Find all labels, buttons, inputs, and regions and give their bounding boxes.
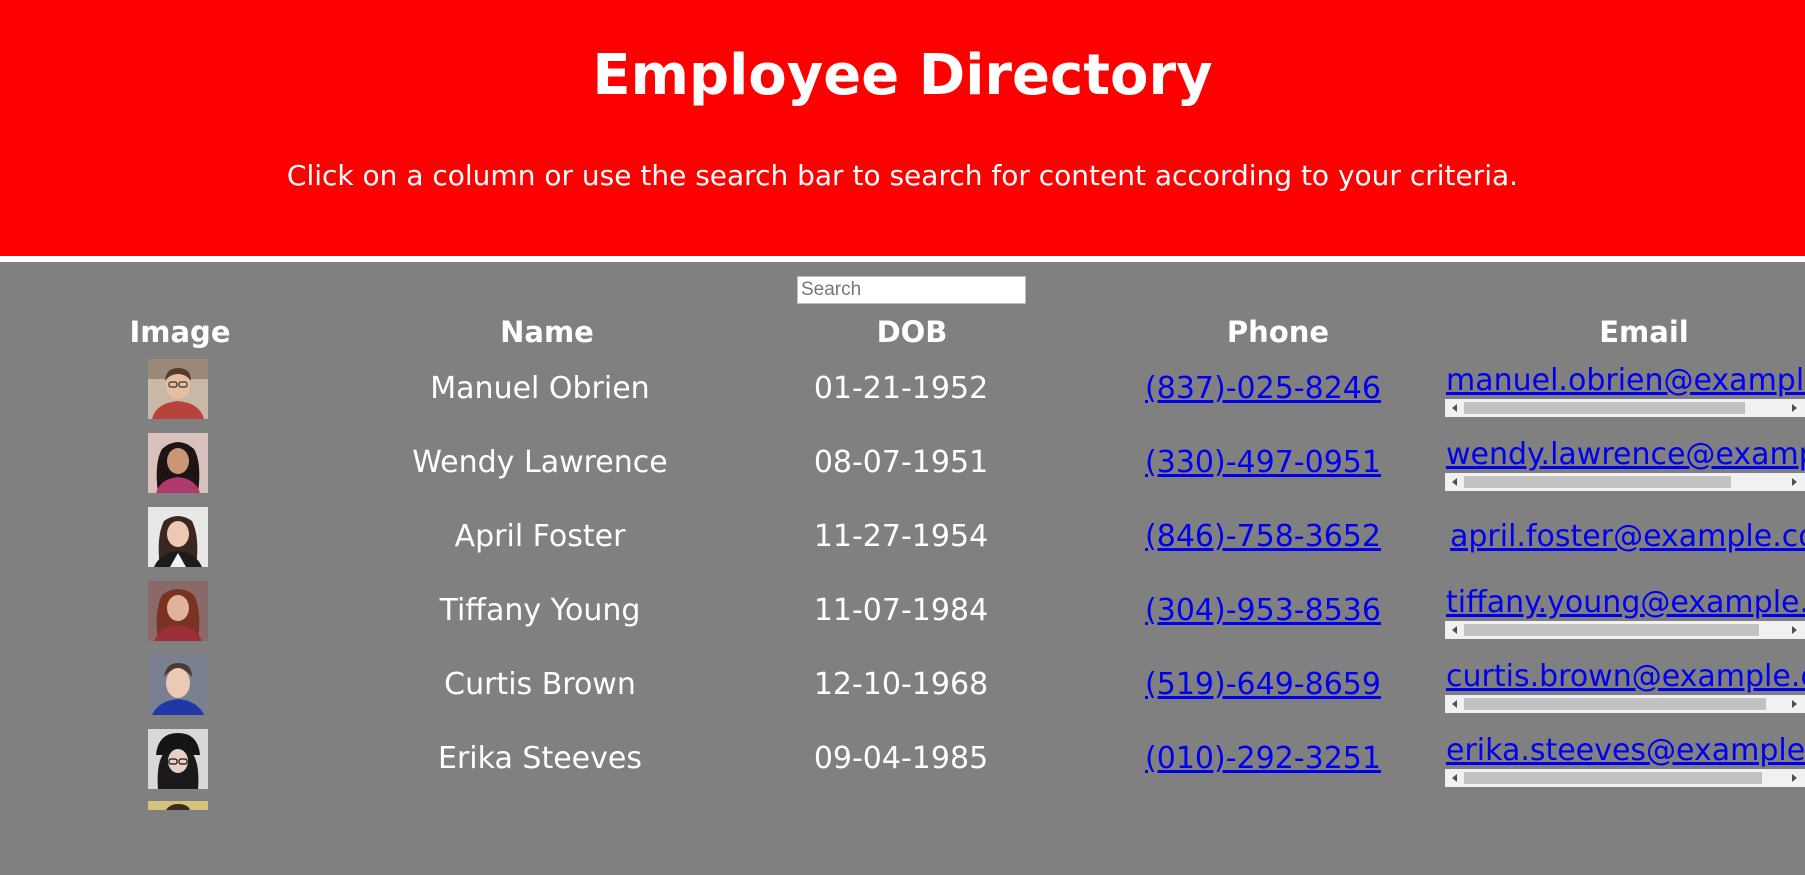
column-header-phone[interactable]: Phone	[1178, 310, 1378, 354]
email-cell: tiffany.young@example.com	[1445, 583, 1805, 639]
table-row: Wendy Lawrence 08-07-1951 (330)-497-0951…	[0, 431, 1805, 505]
search-input[interactable]	[797, 276, 1026, 304]
employee-dob: 11-07-1984	[813, 593, 989, 628]
column-header-image[interactable]: Image	[80, 310, 280, 354]
scrollbar-thumb[interactable]	[1464, 772, 1762, 784]
table-row: Curtis Brown 12-10-1968 (519)-649-8659 c…	[0, 653, 1805, 727]
table-row	[0, 801, 1805, 875]
employee-dob: 11-27-1954	[813, 519, 989, 554]
scroll-right-icon[interactable]	[1792, 478, 1797, 486]
horizontal-scrollbar[interactable]	[1445, 695, 1805, 713]
scroll-left-icon[interactable]	[1452, 404, 1457, 412]
avatar	[148, 359, 208, 419]
employee-name: April Foster	[454, 519, 626, 554]
phone-link[interactable]: (846)-758-3652	[1082, 505, 1444, 569]
table-row: Manuel Obrien 01-21-1952 (837)-025-8246 …	[0, 357, 1805, 431]
horizontal-scrollbar[interactable]	[1445, 621, 1805, 639]
page-subtitle: Click on a column or use the search bar …	[286, 159, 1519, 192]
email-cell: erika.steeves@example.com	[1445, 731, 1805, 787]
header-divider	[0, 256, 1805, 262]
email-link[interactable]: tiffany.young@example.com	[1446, 583, 1805, 623]
phone-link[interactable]: (519)-649-8659	[1082, 653, 1444, 717]
scroll-right-icon[interactable]	[1792, 774, 1797, 782]
scroll-right-icon[interactable]	[1792, 700, 1797, 708]
scroll-left-icon[interactable]	[1452, 626, 1457, 634]
column-header-email[interactable]: Email	[1544, 310, 1744, 354]
employee-dob: 01-21-1952	[813, 371, 989, 406]
phone-link[interactable]: (304)-953-8536	[1082, 579, 1444, 643]
scrollbar-thumb[interactable]	[1464, 624, 1759, 636]
avatar	[148, 655, 208, 715]
employee-name: Wendy Lawrence	[412, 445, 668, 480]
phone-link[interactable]: (010)-292-3251	[1082, 727, 1444, 791]
scrollbar-thumb[interactable]	[1464, 402, 1745, 414]
page-header: Employee Directory Click on a column or …	[0, 0, 1805, 256]
employee-dob: 08-07-1951	[813, 445, 989, 480]
avatar	[148, 729, 208, 789]
table-row: Tiffany Young 11-07-1984 (304)-953-8536 …	[0, 579, 1805, 653]
avatar	[148, 801, 208, 810]
email-link[interactable]: april.foster@example.com	[1450, 517, 1805, 557]
employee-dob: 09-04-1985	[813, 741, 989, 776]
horizontal-scrollbar[interactable]	[1445, 399, 1805, 417]
email-cell: april.foster@example.com	[1445, 509, 1805, 565]
scrollbar-thumb[interactable]	[1464, 476, 1731, 488]
phone-link[interactable]: (837)-025-8246	[1082, 357, 1444, 421]
employee-name: Erika Steeves	[438, 741, 642, 776]
employee-name: Curtis Brown	[444, 667, 636, 702]
scroll-left-icon[interactable]	[1452, 774, 1457, 782]
scroll-left-icon[interactable]	[1452, 478, 1457, 486]
table-row: April Foster 11-27-1954 (846)-758-3652 a…	[0, 505, 1805, 579]
employee-dob: 12-10-1968	[813, 667, 989, 702]
email-link[interactable]: erika.steeves@example.com	[1446, 731, 1805, 771]
avatar	[148, 581, 208, 641]
scrollbar-thumb[interactable]	[1464, 698, 1766, 710]
phone-link[interactable]: (330)-497-0951	[1082, 431, 1444, 495]
horizontal-scrollbar[interactable]	[1445, 473, 1805, 491]
email-cell: manuel.obrien@example.com	[1445, 361, 1805, 417]
column-header-dob[interactable]: DOB	[812, 310, 1012, 354]
scroll-right-icon[interactable]	[1792, 626, 1797, 634]
table-row: Erika Steeves 09-04-1985 (010)-292-3251 …	[0, 727, 1805, 801]
employee-name: Manuel Obrien	[430, 371, 650, 406]
avatar	[148, 507, 208, 567]
page-title: Employee Directory	[592, 43, 1213, 108]
horizontal-scrollbar[interactable]	[1445, 769, 1805, 787]
email-cell: wendy.lawrence@example.com	[1445, 435, 1805, 491]
column-header-name[interactable]: Name	[447, 310, 647, 354]
employee-name: Tiffany Young	[439, 593, 641, 628]
avatar	[148, 433, 208, 493]
email-link[interactable]: manuel.obrien@example.com	[1446, 361, 1805, 401]
email-cell: curtis.brown@example.com	[1445, 657, 1805, 713]
scroll-right-icon[interactable]	[1792, 404, 1797, 412]
email-link[interactable]: wendy.lawrence@example.com	[1446, 435, 1805, 475]
scroll-left-icon[interactable]	[1452, 700, 1457, 708]
email-link[interactable]: curtis.brown@example.com	[1446, 657, 1805, 697]
